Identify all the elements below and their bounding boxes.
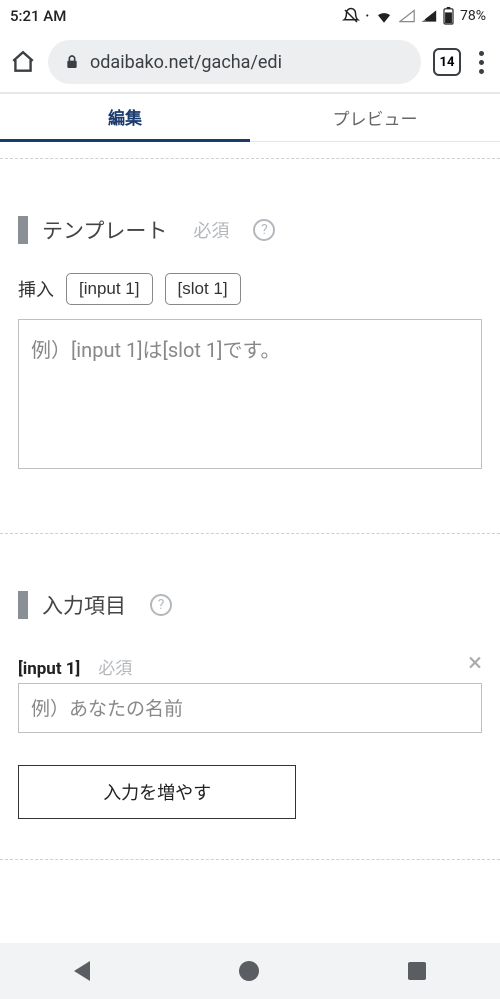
- chip-input1[interactable]: [input 1]: [66, 273, 153, 305]
- inputs-section: 入力項目 ? [input 1] 必須 × 入力を増やす: [18, 534, 482, 819]
- notifications-off-icon: [342, 7, 360, 25]
- dot-icon: •: [366, 11, 369, 22]
- wifi-icon: [375, 9, 393, 23]
- insert-label: 挿入: [18, 276, 54, 302]
- browser-toolbar: odaibako.net/gacha/edi 14: [0, 32, 500, 92]
- page-tabs: 編集 プレビュー: [0, 94, 500, 142]
- lock-icon: [64, 53, 80, 71]
- android-status-bar: 5:21 AM • x 78%: [0, 0, 500, 32]
- template-title: テンプレート: [42, 215, 167, 245]
- required-tag: 必須: [98, 654, 132, 679]
- template-section: テンプレート 必須 ? 挿入 [input 1] [slot 1]: [18, 159, 482, 473]
- battery-percent: 78%: [460, 8, 486, 24]
- help-icon[interactable]: ?: [253, 219, 275, 241]
- tab-preview[interactable]: プレビュー: [250, 94, 500, 142]
- required-tag: 必須: [193, 217, 229, 243]
- signal-empty-icon: [399, 9, 415, 23]
- remove-input-icon[interactable]: ×: [468, 650, 482, 676]
- add-input-button[interactable]: 入力を増やす: [18, 765, 296, 819]
- inputs-title: 入力項目: [42, 590, 126, 620]
- help-icon[interactable]: ?: [150, 594, 172, 616]
- status-time: 5:21 AM: [10, 7, 66, 25]
- chip-slot1[interactable]: [slot 1]: [165, 273, 241, 305]
- android-nav-bar: [0, 943, 500, 999]
- section-marker-icon: [18, 216, 28, 244]
- input-item-name: [input 1]: [18, 659, 80, 679]
- browser-menu-icon[interactable]: [473, 51, 490, 74]
- input-item-field[interactable]: [18, 683, 482, 733]
- divider: [0, 859, 500, 860]
- tab-count-badge[interactable]: 14: [433, 48, 461, 76]
- status-icons: • x 78%: [342, 7, 486, 25]
- tab-edit[interactable]: 編集: [0, 94, 250, 142]
- url-bar[interactable]: odaibako.net/gacha/edi: [48, 40, 421, 84]
- insert-chips-row: 挿入 [input 1] [slot 1]: [18, 273, 482, 305]
- template-textarea[interactable]: [18, 319, 482, 469]
- home-icon[interactable]: [10, 49, 36, 75]
- nav-back-icon[interactable]: [74, 961, 90, 981]
- input-item-1: [input 1] 必須 ×: [18, 654, 482, 733]
- nav-recents-icon[interactable]: [408, 962, 426, 980]
- nav-home-icon[interactable]: [239, 961, 259, 981]
- signal-icon: x: [421, 9, 437, 23]
- url-text: odaibako.net/gacha/edi: [90, 52, 282, 73]
- battery-icon: [443, 7, 454, 25]
- section-marker-icon: [18, 591, 28, 619]
